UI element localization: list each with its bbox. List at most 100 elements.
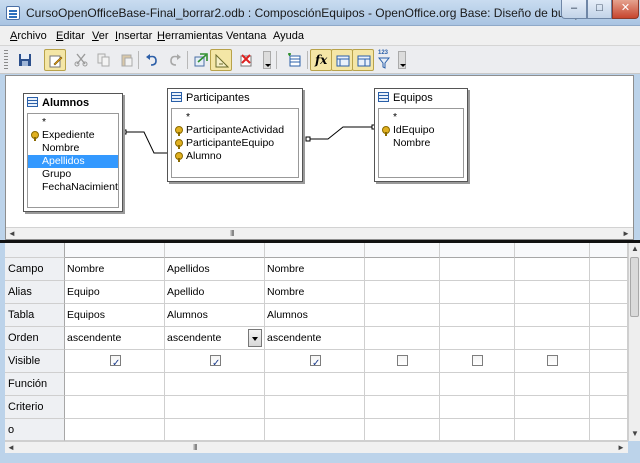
paste-button[interactable]	[116, 49, 138, 71]
campo-cell[interactable]: Nombre	[65, 258, 165, 281]
funcion-cell[interactable]	[515, 373, 590, 396]
toolbar-overflow-dropdown[interactable]	[263, 51, 271, 69]
table-design-area[interactable]: Alumnos * Expediente Nombre Apellidos Gr…	[5, 75, 634, 240]
visible-checkbox[interactable]	[397, 355, 408, 366]
alias-cell[interactable]: Apellido	[165, 281, 265, 304]
scroll-right-arrow[interactable]: ►	[622, 229, 630, 239]
funcion-cell[interactable]	[165, 373, 265, 396]
cut-button[interactable]	[70, 49, 92, 71]
grid-horizontal-scrollbar[interactable]: ◄ III ►	[5, 441, 628, 453]
distinct-button[interactable]: 123	[373, 49, 395, 71]
campo-cell[interactable]	[440, 258, 515, 281]
column-header[interactable]	[65, 243, 165, 258]
scroll-down-arrow[interactable]: ▼	[631, 429, 639, 438]
run-query-button[interactable]	[190, 49, 212, 71]
orden-cell[interactable]: ascendente	[265, 327, 365, 350]
scroll-left-arrow[interactable]: ◄	[7, 443, 15, 453]
scroll-thumb-grip[interactable]: III	[193, 443, 198, 453]
orden-cell[interactable]	[515, 327, 590, 350]
or-cell[interactable]	[515, 419, 590, 441]
visible-checkbox[interactable]	[472, 355, 483, 366]
menu-ventana[interactable]: Ventana	[226, 30, 266, 42]
minimize-button[interactable]: –	[561, 0, 587, 19]
visible-checkbox[interactable]	[210, 353, 221, 372]
column-header[interactable]	[265, 243, 365, 258]
column-header[interactable]	[590, 243, 628, 258]
menu-ayuda[interactable]: Ayuda	[273, 30, 304, 42]
criterio-cell[interactable]	[440, 396, 515, 419]
criterio-cell[interactable]	[165, 396, 265, 419]
alias-button[interactable]	[352, 49, 374, 71]
sql-design-button[interactable]	[210, 49, 232, 71]
visible-checkbox[interactable]	[310, 353, 321, 372]
criterio-cell[interactable]	[515, 396, 590, 419]
scroll-up-arrow[interactable]: ▲	[631, 244, 639, 253]
delete-button[interactable]	[235, 49, 257, 71]
tabla-cell[interactable]: Equipos	[65, 304, 165, 327]
field-item[interactable]: Nombre	[379, 137, 463, 150]
tabla-cell[interactable]	[365, 304, 440, 327]
query-design-grid[interactable]: Campo Alias Tabla Orden Visible Función …	[5, 243, 628, 441]
design-horizontal-scrollbar[interactable]: ◄ III ►	[6, 227, 633, 239]
field-list[interactable]: * Expediente Nombre Apellidos Grupo Fech…	[27, 113, 119, 208]
funcion-cell[interactable]	[265, 373, 365, 396]
menu-insertar[interactable]: Insertar	[115, 30, 152, 42]
table-header[interactable]: Alumnos	[24, 94, 122, 112]
field-item[interactable]: *	[379, 111, 463, 124]
campo-cell[interactable]: Apellidos	[165, 258, 265, 281]
tabla-cell[interactable]: Alumnos	[165, 304, 265, 327]
field-item[interactable]: *	[172, 111, 298, 124]
visible-checkbox[interactable]	[110, 353, 121, 372]
funcion-cell[interactable]	[590, 373, 628, 396]
alias-cell[interactable]	[365, 281, 440, 304]
campo-cell[interactable]	[515, 258, 590, 281]
visible-cell[interactable]	[515, 350, 590, 373]
tabla-cell[interactable]: Alumnos	[265, 304, 365, 327]
functions-button[interactable]: fx	[310, 49, 332, 71]
or-cell[interactable]	[590, 419, 628, 441]
maximize-button[interactable]: □	[587, 0, 612, 19]
criterio-cell[interactable]	[365, 396, 440, 419]
criterio-cell[interactable]	[65, 396, 165, 419]
scroll-thumb[interactable]	[630, 257, 639, 317]
table-window-equipos[interactable]: Equipos * IdEquipo Nombre	[374, 88, 468, 182]
field-item-selected[interactable]: Apellidos	[28, 155, 118, 168]
funcion-cell[interactable]	[365, 373, 440, 396]
scroll-left-arrow[interactable]: ◄	[8, 229, 16, 239]
visible-cell[interactable]	[265, 350, 365, 373]
copy-button[interactable]	[93, 49, 115, 71]
column-header[interactable]	[365, 243, 440, 258]
close-button[interactable]: ✕	[612, 0, 639, 19]
field-item[interactable]: Nombre	[28, 142, 118, 155]
field-item[interactable]: Grupo	[28, 168, 118, 181]
orden-cell[interactable]	[365, 327, 440, 350]
alias-cell[interactable]	[590, 281, 628, 304]
alias-cell[interactable]: Nombre	[265, 281, 365, 304]
save-button[interactable]	[14, 49, 36, 71]
table-window-participantes[interactable]: Participantes * ParticipanteActividad Pa…	[167, 88, 303, 182]
or-cell[interactable]	[365, 419, 440, 441]
add-table-button[interactable]	[283, 49, 305, 71]
field-list[interactable]: * ParticipanteActividad ParticipanteEqui…	[171, 108, 299, 178]
scroll-right-arrow[interactable]: ►	[617, 443, 625, 453]
visible-cell[interactable]	[165, 350, 265, 373]
field-item[interactable]: IdEquipo	[379, 124, 463, 137]
visible-cell[interactable]	[65, 350, 165, 373]
table-window-alumnos[interactable]: Alumnos * Expediente Nombre Apellidos Gr…	[23, 93, 123, 212]
column-header[interactable]	[515, 243, 590, 258]
field-item[interactable]: Alumno	[172, 150, 298, 163]
criterio-cell[interactable]	[265, 396, 365, 419]
alias-cell[interactable]	[440, 281, 515, 304]
redo-button[interactable]	[164, 49, 186, 71]
or-cell[interactable]	[165, 419, 265, 441]
menu-ver[interactable]: Ver	[92, 30, 109, 42]
table-header[interactable]: Participantes	[168, 89, 302, 107]
menu-archivo[interactable]: Archivo	[10, 30, 47, 42]
table-name-button[interactable]	[331, 49, 353, 71]
scroll-thumb-grip[interactable]: III	[230, 229, 235, 239]
field-item[interactable]: Expediente	[28, 129, 118, 142]
toolbar-overflow-dropdown-2[interactable]	[398, 51, 406, 69]
tabla-cell[interactable]	[590, 304, 628, 327]
menu-herramientas[interactable]: Herramientas	[157, 30, 223, 42]
orden-cell[interactable]	[440, 327, 515, 350]
